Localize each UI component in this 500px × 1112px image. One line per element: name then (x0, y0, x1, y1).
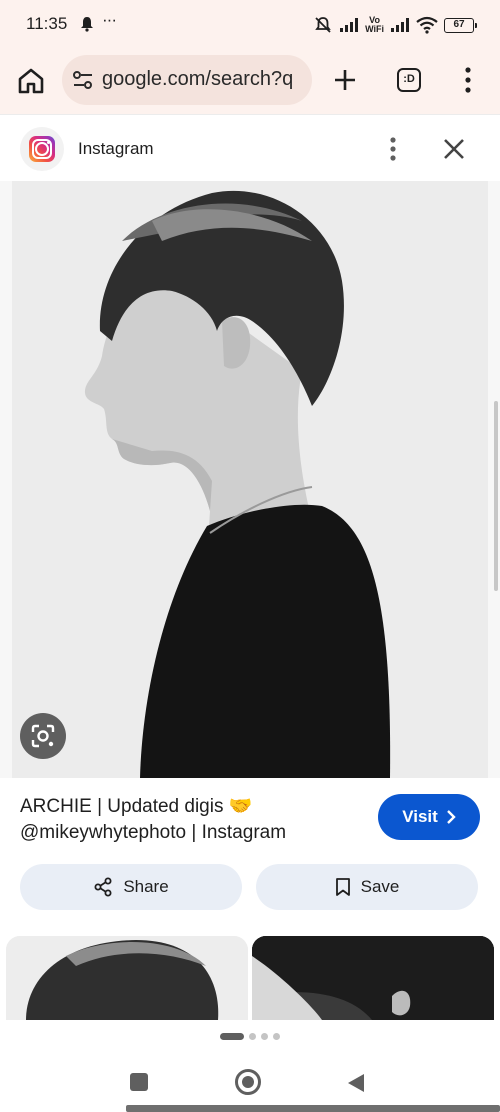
related-image-2 (252, 936, 494, 1020)
instagram-icon (20, 127, 64, 171)
home-icon[interactable] (16, 66, 46, 96)
source-name[interactable]: Instagram (78, 139, 154, 159)
close-icon[interactable] (440, 135, 468, 163)
bookmark-icon (335, 878, 350, 896)
nav-home-icon[interactable] (235, 1069, 261, 1095)
status-indicators: Vo WiFi 67 (313, 14, 477, 36)
kebab-icon[interactable] (384, 135, 402, 163)
share-icon (94, 877, 112, 897)
carousel-indicator (0, 1030, 500, 1042)
related-image[interactable] (252, 936, 494, 1020)
gesture-bar (126, 1105, 500, 1112)
result-title-line2: @mikeywhytephoto | Instagram (20, 822, 287, 843)
result-title[interactable]: ARCHIE | Updated digis 🤝 @mikeywhytephot… (20, 794, 360, 846)
tune-icon[interactable] (72, 70, 94, 90)
carousel-dot-active (220, 1032, 244, 1040)
wifi-icon (416, 16, 438, 34)
lens-button[interactable] (20, 713, 66, 759)
instagram-logo (29, 136, 55, 162)
system-nav-bar (0, 1048, 500, 1112)
save-label: Save (360, 877, 400, 896)
visit-label: Visit (402, 807, 438, 826)
browser-toolbar: google.com/search?q :D (0, 50, 500, 114)
carousel-dot (249, 1032, 256, 1040)
signal-icon (340, 18, 359, 32)
plus-icon[interactable] (330, 65, 360, 95)
lens-icon (31, 724, 55, 748)
battery-icon: 67 (444, 17, 477, 33)
status-time: 11:35 (26, 14, 68, 33)
address-bar[interactable]: google.com/search?q (62, 55, 312, 105)
tabs-icon[interactable]: :D (397, 68, 421, 92)
kebab-icon[interactable] (460, 66, 476, 94)
source-header: Instagram (0, 114, 500, 181)
signal-icon (391, 18, 409, 32)
result-title-line1: ARCHIE | Updated digis 🤝 (20, 796, 253, 817)
carousel-dot (261, 1032, 268, 1040)
url-text: google.com/search?q (102, 68, 294, 90)
status-more-indicator: ··· (102, 10, 117, 29)
status-bar: 11:35 ··· Vo WiFi 67 (0, 0, 500, 50)
mute-icon (315, 17, 331, 33)
portrait-image (12, 181, 488, 778)
scrollbar[interactable] (494, 401, 498, 591)
related-image-1 (6, 936, 248, 1020)
save-button[interactable]: Save (256, 864, 478, 910)
back-icon[interactable] (346, 1072, 366, 1094)
bell-icon (81, 17, 93, 32)
recents-icon[interactable] (130, 1073, 148, 1091)
carousel-dot (273, 1032, 280, 1040)
related-image[interactable] (6, 936, 248, 1020)
vowifi-bottom: WiFi (365, 24, 384, 34)
vowifi-indicator: Vo WiFi (365, 16, 384, 34)
chevron-right-icon (446, 810, 456, 824)
image-preview[interactable] (0, 181, 500, 778)
share-button[interactable]: Share (20, 864, 242, 910)
share-label: Share (123, 877, 169, 896)
visit-button[interactable]: Visit (378, 794, 480, 840)
